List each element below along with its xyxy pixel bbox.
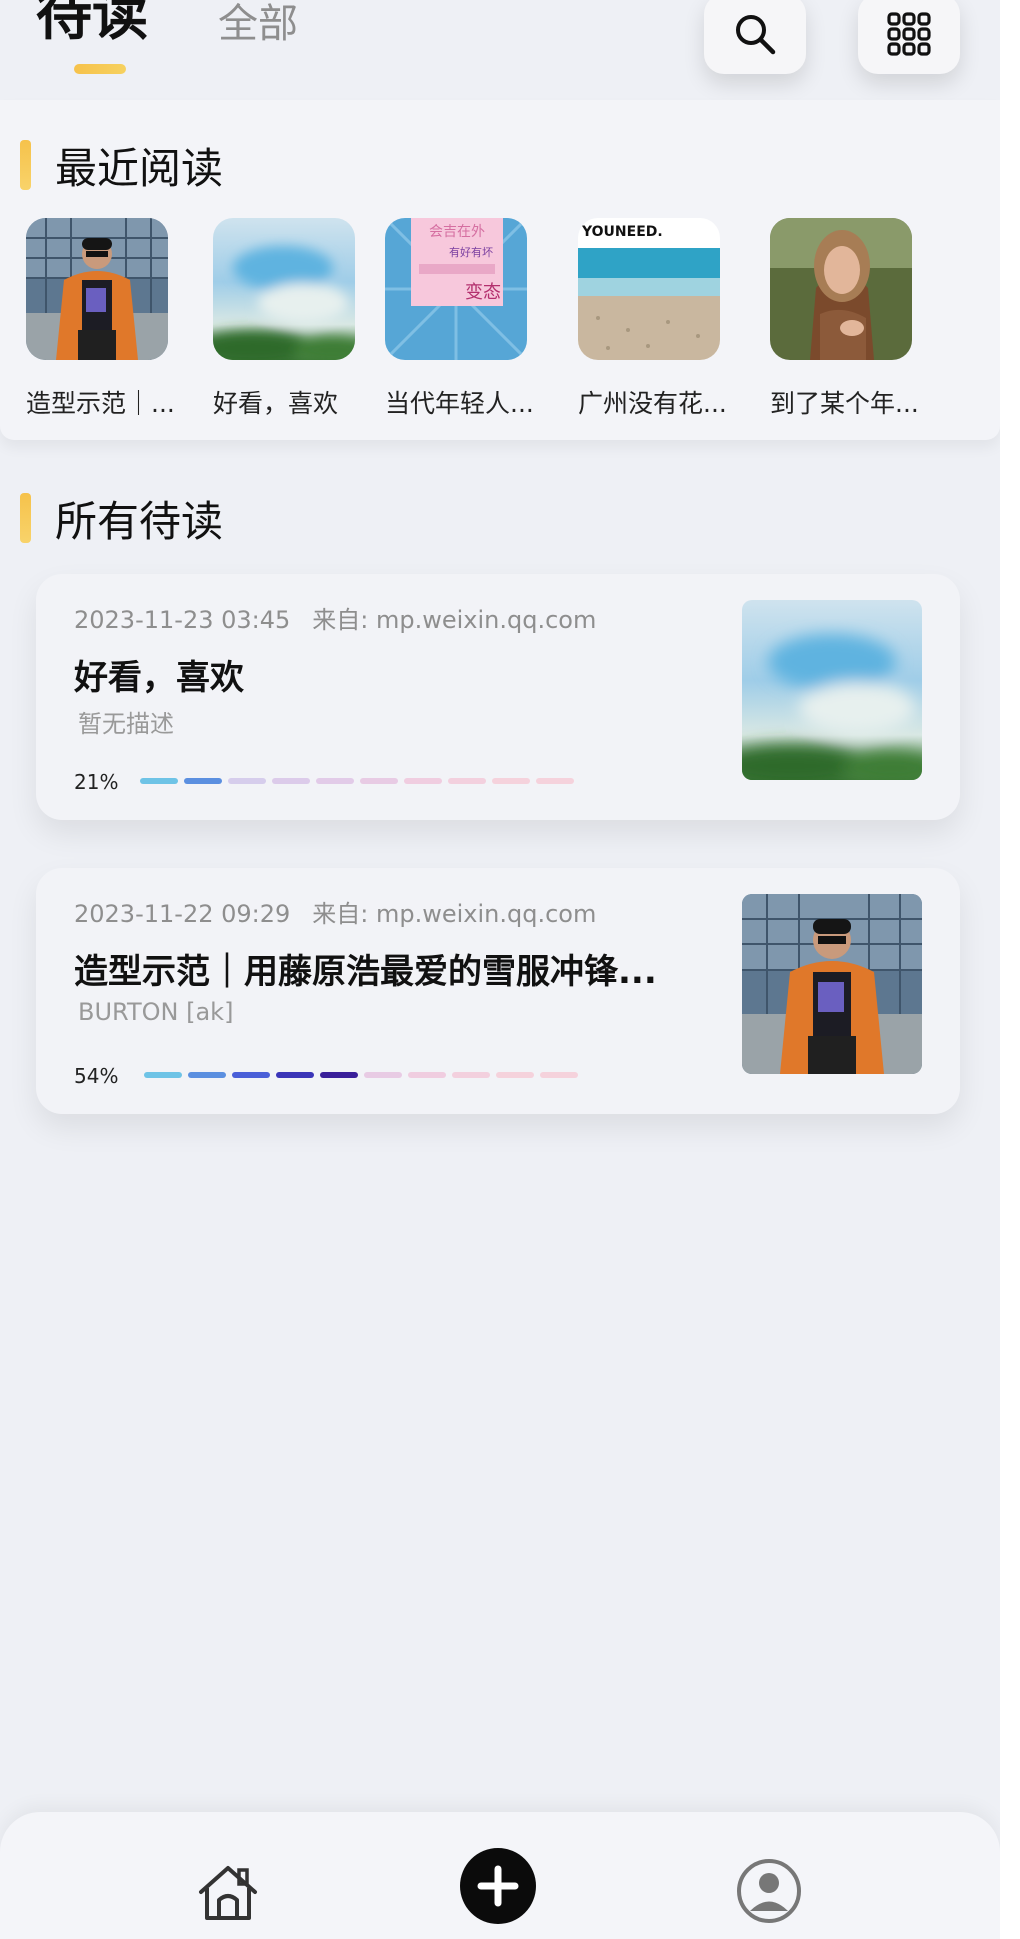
card-description: 暂无描述 <box>78 710 174 738</box>
screen-edge <box>1000 0 1020 1939</box>
recent-item-label: 到了某个年... <box>770 389 919 418</box>
card-description: BURTON [ak] <box>78 998 234 1026</box>
recent-thumb-pink-text-poster: 会吉在外 有好有坏 变态 <box>385 218 527 360</box>
progress-segment-empty <box>452 1072 490 1078</box>
card-thumb-blurred-blue-sky <box>742 600 922 780</box>
progress-segment-filled <box>276 1072 314 1078</box>
progress-segment-empty <box>404 778 442 784</box>
card-source: 来自: mp.weixin.qq.com <box>312 900 597 928</box>
progress-segment-empty <box>536 778 574 784</box>
card-source: 来自: mp.weixin.qq.com <box>312 606 597 634</box>
poster-line-1: 会吉在外 <box>429 224 485 240</box>
card-progress-percent: 21% <box>74 770 119 794</box>
progress-segment-empty <box>316 778 354 784</box>
card-date: 2023-11-22 09:29 <box>74 900 291 928</box>
tab-to-read[interactable]: 待读 <box>36 0 148 46</box>
home-icon <box>199 1866 257 1920</box>
add-button[interactable] <box>458 1846 538 1926</box>
section-accent-bar <box>20 493 31 543</box>
nav-profile[interactable] <box>734 1856 804 1926</box>
bottom-navigation <box>0 1812 1000 1939</box>
article-card[interactable]: 2023-11-23 03:45 来自: mp.weixin.qq.com 好看，… <box>36 574 960 820</box>
recent-thumb-woman-portrait <box>770 218 912 360</box>
card-progress-bar <box>140 778 574 784</box>
progress-segment-empty <box>496 1072 534 1078</box>
recent-item[interactable]: YOUNEED. 广州没有花... <box>578 218 738 420</box>
recent-item-label: 好看，喜欢 <box>213 389 339 418</box>
poster-line-3: 变态 <box>465 282 501 303</box>
progress-segment-filled <box>144 1072 182 1078</box>
tab-all[interactable]: 全部 <box>218 0 298 48</box>
progress-segment-filled <box>140 778 178 784</box>
profile-icon <box>737 1859 801 1923</box>
progress-segment-empty <box>540 1072 578 1078</box>
recent-thumb-beach: YOUNEED. <box>578 218 720 360</box>
recent-item[interactable]: 会吉在外 有好有坏 变态 当代年轻人... <box>385 218 545 420</box>
grid-icon <box>887 12 931 56</box>
progress-segment-filled <box>320 1072 358 1078</box>
all-section-title: 所有待读 <box>55 496 224 546</box>
recent-item-label: 广州没有花... <box>578 389 727 418</box>
card-progress-bar <box>144 1072 578 1078</box>
recent-item-label: 当代年轻人... <box>385 389 534 418</box>
progress-segment-empty <box>228 778 266 784</box>
card-title: 好看，喜欢 <box>74 658 244 698</box>
recent-thumb-man-orange-jacket <box>26 218 168 360</box>
add-icon <box>460 1848 536 1924</box>
card-thumb-man-orange-jacket <box>742 894 922 1074</box>
nav-home[interactable] <box>190 1858 266 1928</box>
article-card[interactable]: 2023-11-22 09:29 来自: mp.weixin.qq.com 造型示… <box>36 868 960 1114</box>
progress-segment-empty <box>364 1072 402 1078</box>
app-screen: 待读 全部 最近阅读 造型示范｜... 好看，喜欢 会吉在外 有好有坏 变态 当… <box>0 0 1000 1939</box>
grid-menu-button[interactable] <box>858 0 960 74</box>
section-accent-bar <box>20 140 31 190</box>
progress-segment-filled <box>188 1072 226 1078</box>
card-meta: 2023-11-22 09:29 来自: mp.weixin.qq.com <box>74 894 596 929</box>
progress-segment-empty <box>492 778 530 784</box>
progress-segment-empty <box>360 778 398 784</box>
active-tab-indicator <box>74 64 126 74</box>
card-title: 造型示范｜用藤原浩最爱的雪服冲锋... <box>74 952 657 992</box>
card-progress-percent: 54% <box>74 1064 119 1088</box>
recent-item[interactable]: 造型示范｜... <box>26 218 186 420</box>
search-icon <box>736 15 776 55</box>
recent-section-title: 最近阅读 <box>55 143 224 193</box>
recent-item[interactable]: 到了某个年... <box>770 218 930 420</box>
beach-caption: YOUNEED. <box>581 224 663 240</box>
progress-segment-filled <box>184 778 222 784</box>
progress-segment-empty <box>408 1072 446 1078</box>
poster-line-2: 有好有坏 <box>449 245 493 259</box>
recent-thumb-blurred-blue-sky <box>213 218 355 360</box>
recent-item-label: 造型示范｜... <box>26 389 175 418</box>
progress-segment-empty <box>448 778 486 784</box>
recent-item[interactable]: 好看，喜欢 <box>213 218 373 420</box>
card-date: 2023-11-23 03:45 <box>74 606 291 634</box>
progress-segment-empty <box>272 778 310 784</box>
progress-segment-filled <box>232 1072 270 1078</box>
search-button[interactable] <box>704 0 806 74</box>
all-section-header: 所有待读 <box>20 490 223 546</box>
recent-section-header: 最近阅读 <box>20 137 223 193</box>
card-meta: 2023-11-23 03:45 来自: mp.weixin.qq.com <box>74 600 596 635</box>
